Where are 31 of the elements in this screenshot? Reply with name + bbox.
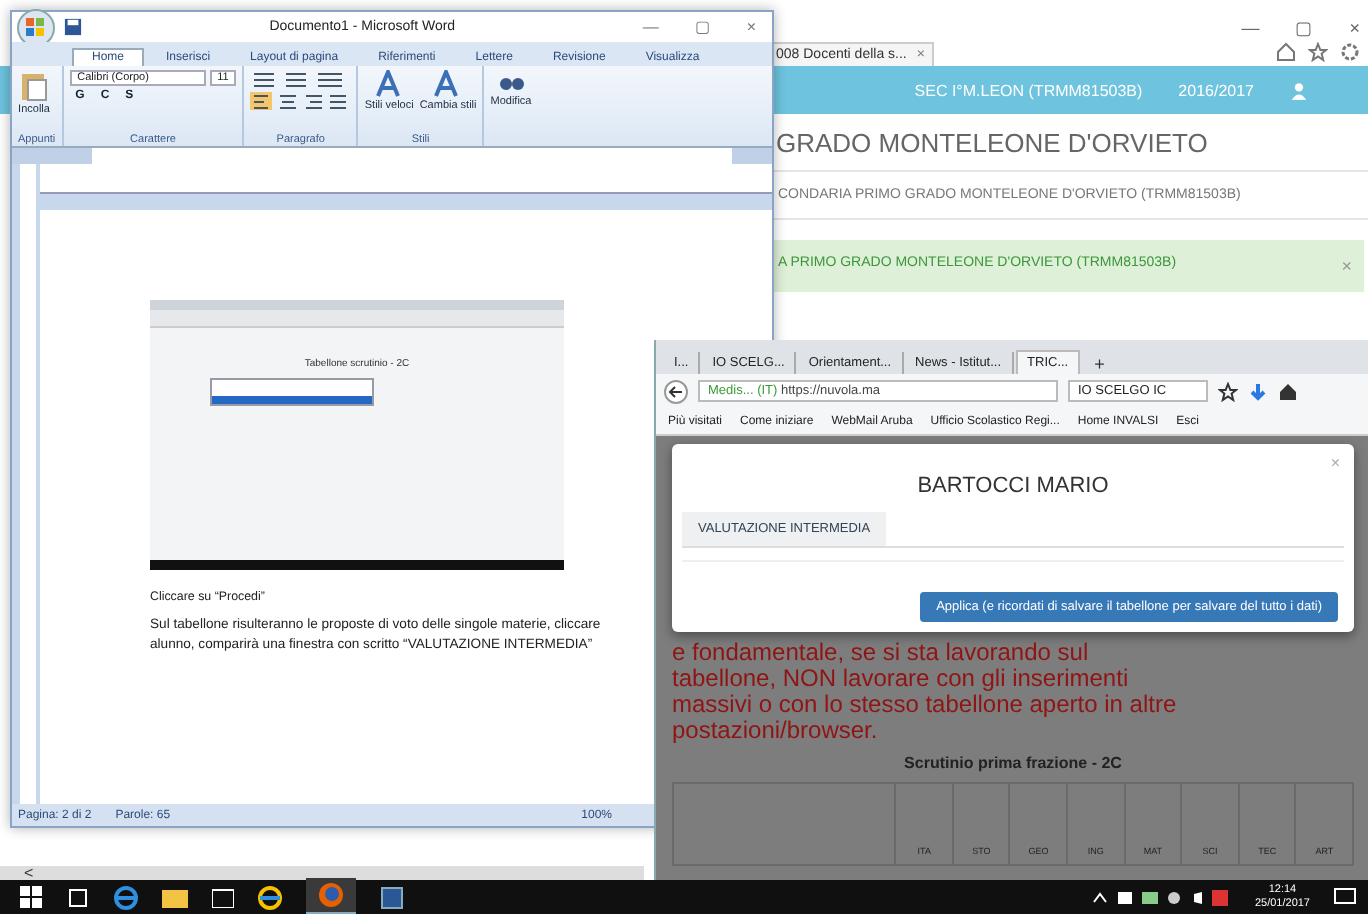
- tray-icons[interactable]: [1090, 887, 1231, 907]
- store-icon[interactable]: [212, 886, 234, 908]
- window-control[interactable]: ▢: [1295, 18, 1314, 38]
- new-tab-button[interactable]: +: [1082, 354, 1117, 374]
- task-view-icon[interactable]: [66, 887, 90, 907]
- star-icon[interactable]: [1308, 42, 1328, 62]
- window-control[interactable]: ×: [1349, 18, 1360, 38]
- folder-icon[interactable]: [162, 887, 188, 907]
- window-control[interactable]: ×: [746, 18, 756, 36]
- browser-e-icon[interactable]: [114, 885, 138, 909]
- window-control[interactable]: ▢: [694, 18, 711, 36]
- star-icon[interactable]: [1218, 381, 1238, 401]
- align-icon[interactable]: [250, 92, 351, 110]
- warning-text: e fondamentale, se si sta lavorando sul tabellone, NON lavorare con gli inserimenti massivi o con lo stesso tabellone aperto in altre postazioni/browser.: [672, 640, 1179, 744]
- window-control[interactable]: —: [1241, 18, 1260, 38]
- save-icon[interactable]: [64, 18, 82, 36]
- page-title: GRADO MONTELEONE D'ORVIETO: [776, 128, 1208, 162]
- notification-icon[interactable]: [1334, 887, 1356, 907]
- table-title: Scrutinio prima frazione - 2C: [902, 754, 1124, 772]
- document-icon[interactable]: [380, 885, 404, 909]
- dialog-title: BARTOCCI MARIO: [917, 474, 1109, 498]
- download-icon[interactable]: [1248, 381, 1268, 401]
- home-icon[interactable]: [1278, 381, 1298, 401]
- window-control[interactable]: —: [642, 18, 659, 36]
- letter-a-icon: [373, 70, 406, 98]
- windows-start-icon[interactable]: [20, 886, 42, 908]
- clipboard-icon: [18, 70, 50, 102]
- horizontal-scrollbar[interactable]: <: [0, 866, 644, 880]
- fox-browser-icon[interactable]: [318, 882, 344, 908]
- browser-e-icon[interactable]: [258, 885, 282, 909]
- back-icon[interactable]: [664, 379, 688, 403]
